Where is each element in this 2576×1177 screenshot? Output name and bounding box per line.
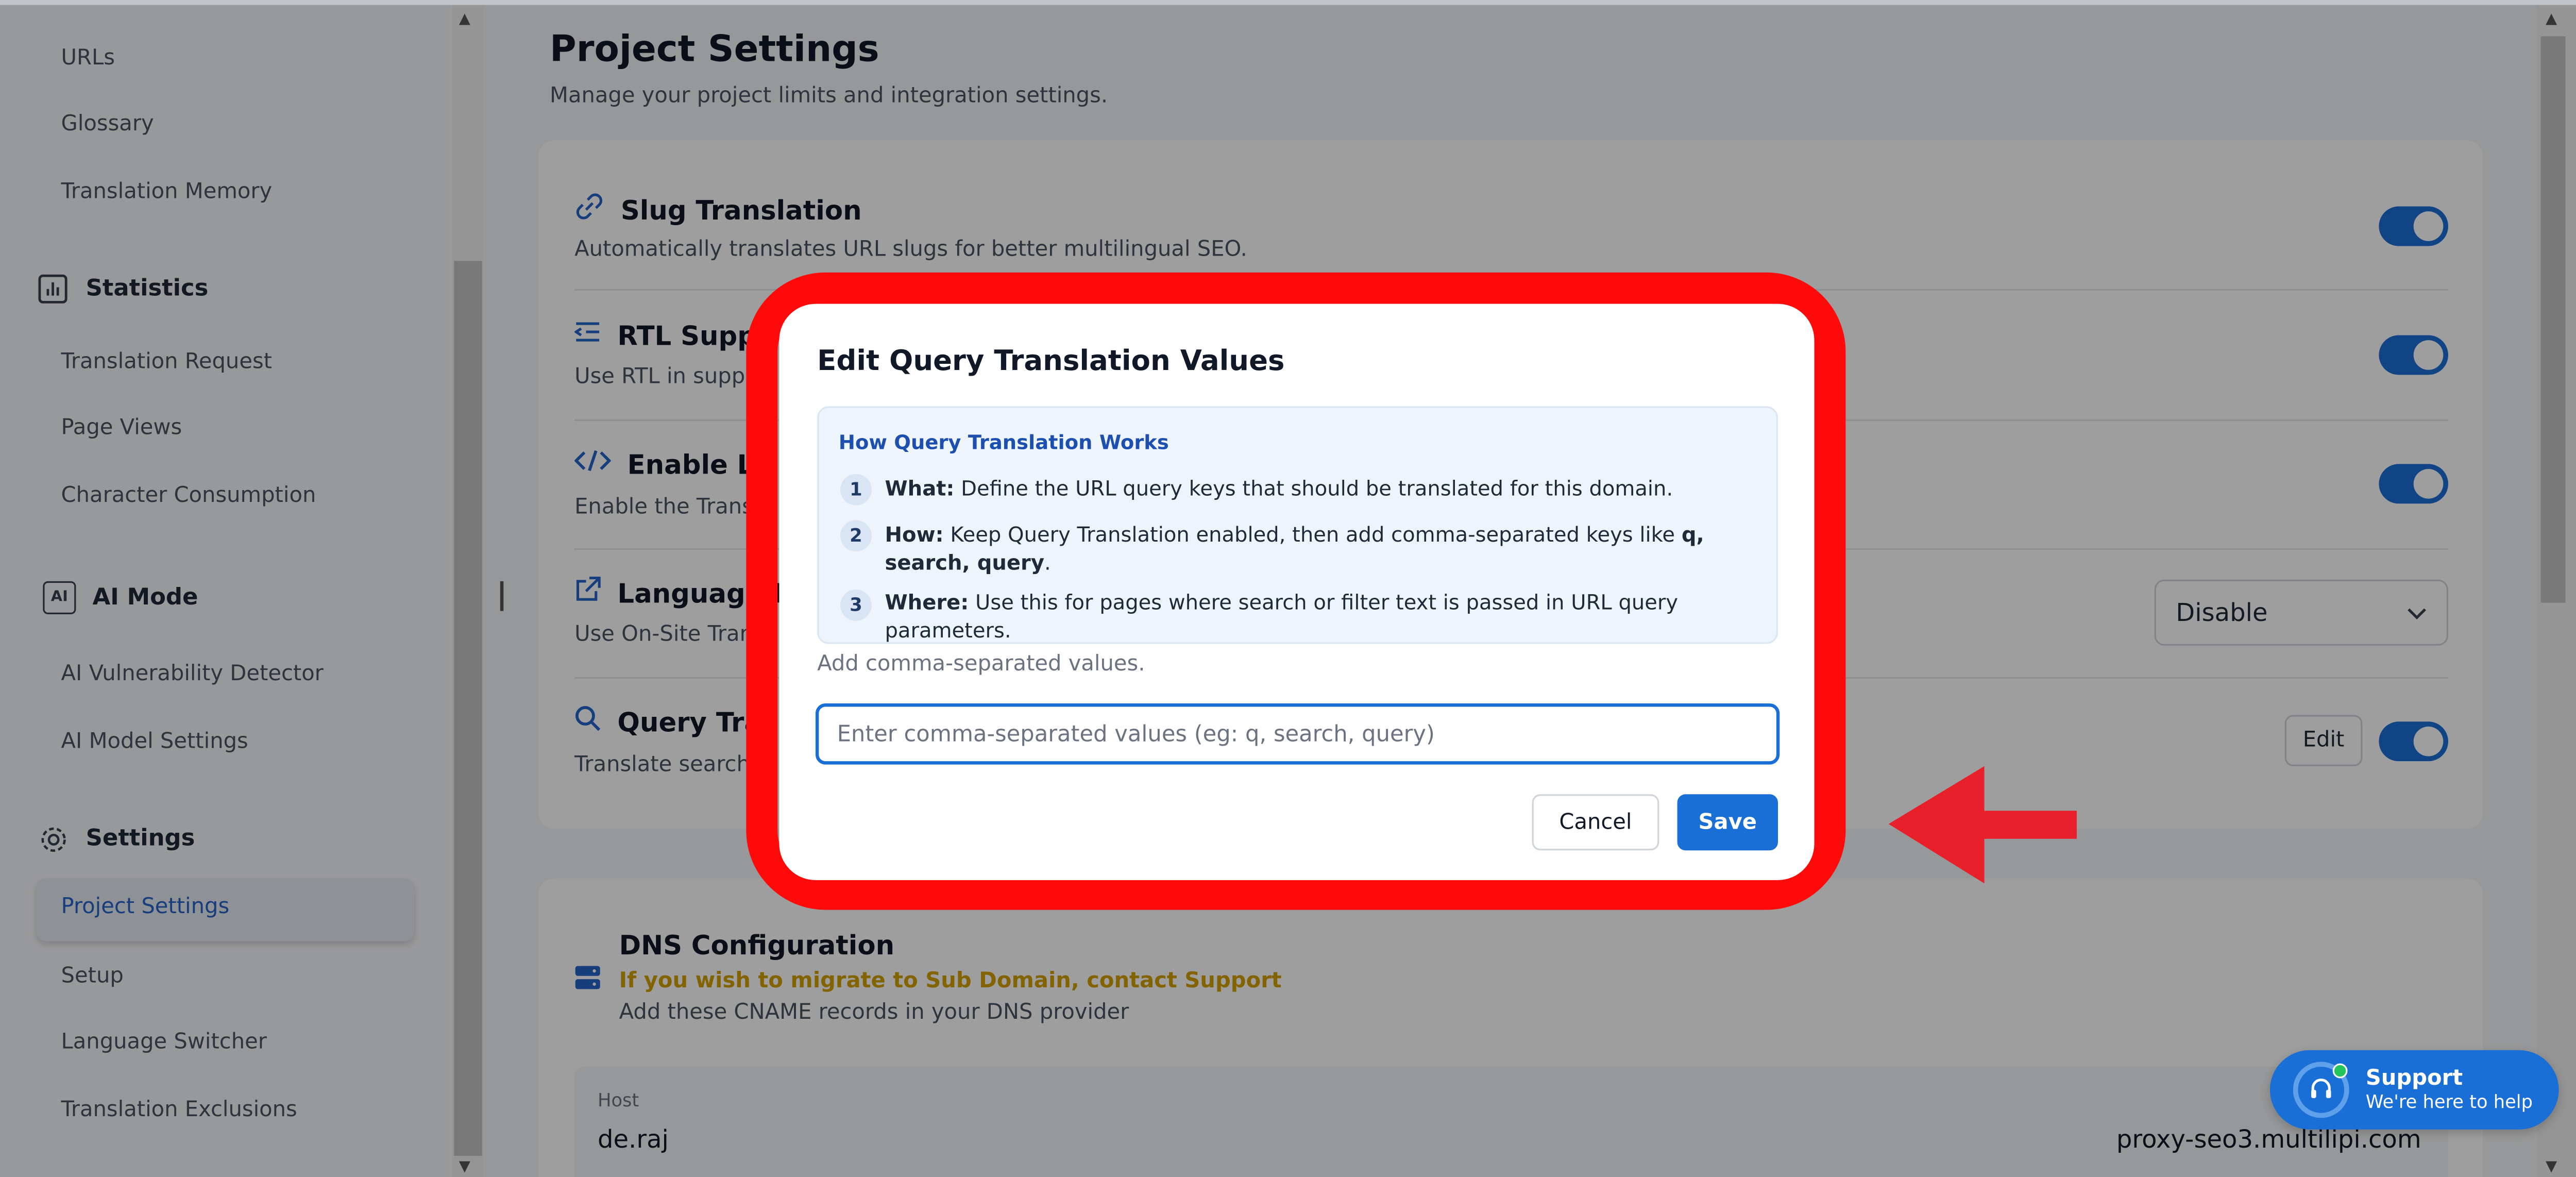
step-label: Where: (885, 589, 969, 614)
headset-icon (2293, 1062, 2349, 1118)
step-body: Keep Query Translation enabled, then add… (943, 522, 1682, 547)
query-values-input[interactable] (815, 703, 1780, 765)
step-body: Define the URL query keys that should be… (954, 475, 1673, 500)
app-window: URLs Glossary Translation Memory Statist… (0, 0, 2576, 1177)
step-number-badge: 3 (840, 589, 872, 621)
save-button[interactable]: Save (1677, 794, 1778, 851)
step-body: Use this for pages where search or filte… (885, 589, 1679, 643)
online-status-dot (2332, 1063, 2348, 1079)
step-label: How: (885, 522, 944, 547)
cancel-button[interactable]: Cancel (1532, 794, 1659, 851)
step-where-text: Where: Use this for pages where search o… (885, 588, 1760, 644)
step-how-text: How: Keep Query Translation enabled, the… (885, 520, 1760, 576)
support-subtitle: We're here to help (2365, 1090, 2533, 1113)
step-number-badge: 2 (840, 520, 872, 552)
info-box-title: How Query Translation Works (838, 431, 1169, 455)
step-label: What: (885, 475, 955, 500)
step-number-badge: 1 (840, 474, 872, 506)
annotation-arrow-icon (1888, 766, 2077, 884)
step-what-text: What: Define the URL query keys that sho… (885, 474, 1760, 502)
support-widget-button[interactable]: Support We're here to help (2269, 1050, 2559, 1130)
support-title: Support (2365, 1066, 2463, 1091)
values-input-label: Add comma-separated values. (817, 652, 1145, 677)
top-border (0, 0, 2576, 5)
step-body-end: . (1044, 550, 1051, 575)
dialog-title: Edit Query Translation Values (817, 345, 1285, 378)
